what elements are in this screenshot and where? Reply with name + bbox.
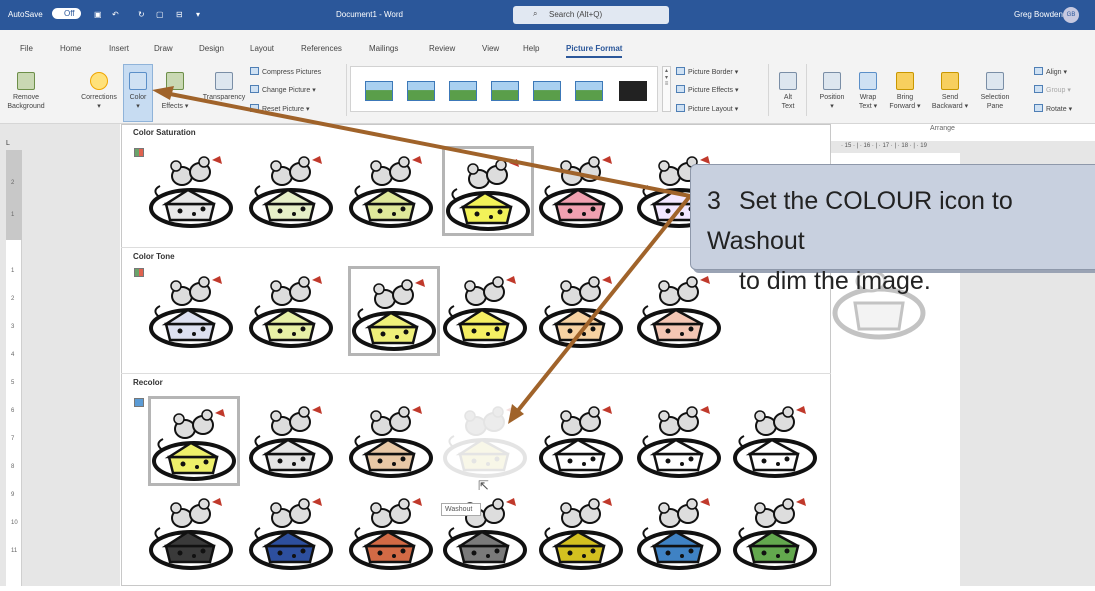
arrow-to-color-button	[159, 90, 691, 198]
step-number: 3	[707, 187, 721, 215]
arrow-to-washout	[510, 194, 692, 420]
arrowhead-icon	[152, 86, 174, 100]
instruction-line-1: Set the COLOUR icon to Washout	[707, 187, 1013, 255]
instruction-callout: 3 Set the COLOUR icon to Washout to dim t…	[690, 164, 1095, 295]
instruction-line-2: to dim the image.	[739, 267, 931, 295]
